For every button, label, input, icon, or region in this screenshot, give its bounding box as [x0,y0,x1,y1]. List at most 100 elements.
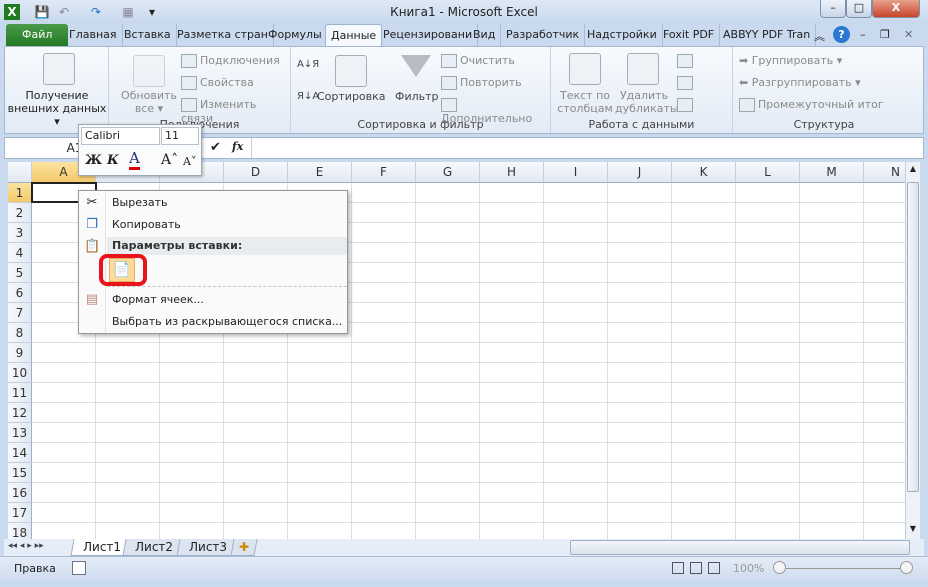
row-header-18[interactable]: 18 [8,523,32,539]
column-header-M[interactable]: M [800,162,864,183]
scroll-up-icon[interactable]: ▲ [907,164,919,176]
scroll-down-icon[interactable]: ▼ [907,524,919,536]
column-header-L[interactable]: L [736,162,800,183]
column-header-H[interactable]: H [480,162,544,183]
text-to-columns-button[interactable]: Текст по столбцам [553,89,617,115]
font-color-button[interactable]: A [129,149,140,170]
paste-icon: 📋 [84,239,101,254]
filter-button[interactable]: Фильтр [395,90,439,103]
row-header-2[interactable]: 2 [8,203,32,223]
row-header-6[interactable]: 6 [8,283,32,303]
row-header-1[interactable]: 1 [8,183,32,203]
reapply-button[interactable]: Повторить [441,76,522,90]
select-all-button[interactable] [8,162,32,183]
tab-data[interactable]: Данные [325,24,383,46]
row-header-5[interactable]: 5 [8,263,32,283]
connections-button[interactable]: Подключения [181,54,280,68]
refresh-all-button[interactable]: Обновить все ▾ [115,89,183,115]
formula-input[interactable] [251,138,921,158]
horizontal-scrollbar[interactable] [570,540,910,555]
minimize-button[interactable]: – [820,0,846,18]
column-header-E[interactable]: E [288,162,352,183]
remove-duplicates-button[interactable]: Удалить дубликаты [615,89,679,115]
paste-button[interactable]: 📄 [109,258,135,282]
font-size-select[interactable]: 11 [161,127,199,145]
get-external-data-button[interactable]: Получение внешних данных ▾ [5,89,109,128]
row-header-13[interactable]: 13 [8,423,32,443]
row-header-4[interactable]: 4 [8,243,32,263]
tab-review[interactable]: Рецензировани [378,24,479,46]
tab-abbyy[interactable]: ABBYY PDF Tran [718,24,817,46]
group-button[interactable]: ➡ Группировать ▾ [739,54,842,67]
workbook-close-icon[interactable]: ✕ [904,28,913,41]
column-header-N[interactable]: N [864,162,905,183]
zoom-in-icon[interactable] [900,561,913,574]
menu-item-copy[interactable]: Копировать [107,214,345,236]
column-header-I[interactable]: I [544,162,608,183]
font-name-select[interactable]: Calibri [81,127,160,145]
sort-button[interactable]: Сортировка [317,90,386,103]
close-button[interactable]: X [872,0,920,18]
insert-function-icon[interactable]: fx [232,140,243,153]
tab-insert[interactable]: Вставка [119,24,177,46]
page-layout-view-icon[interactable] [690,562,702,574]
scroll-thumb[interactable] [907,182,919,492]
properties-button[interactable]: Свойства [181,76,254,90]
sheet-nav-buttons[interactable]: ◂◂ ◂ ▸ ▸▸ [8,541,44,551]
insert-sheet-button[interactable]: ✚ [230,539,258,556]
tab-developer[interactable]: Разработчик [501,24,586,46]
column-header-F[interactable]: F [352,162,416,183]
workbook-minimize-icon[interactable]: – [860,28,866,41]
row-header-3[interactable]: 3 [8,223,32,243]
tab-addins[interactable]: Надстройки [582,24,663,46]
row-header-17[interactable]: 17 [8,503,32,523]
enter-icon[interactable]: ✔ [210,140,221,155]
vertical-scrollbar[interactable]: ▲ ▼ [905,162,920,539]
row-header-10[interactable]: 10 [8,363,32,383]
maximize-button[interactable]: □ [846,0,872,18]
shrink-font-button[interactable]: A˅ [183,155,196,168]
help-icon[interactable]: ? [833,26,850,43]
tab-view[interactable]: Вид [468,24,502,46]
row-header-15[interactable]: 15 [8,463,32,483]
bold-button[interactable]: Ж [85,153,102,168]
menu-item-format-cells[interactable]: Формат ячеек... [107,289,345,311]
page-break-view-icon[interactable] [708,562,720,574]
tab-formulas[interactable]: Формулы [263,24,328,46]
zoom-level[interactable]: 100% [733,562,764,575]
data-validation-icon[interactable] [677,54,693,68]
tab-page-layout[interactable]: Разметка стран [172,24,274,46]
sort-za-button[interactable]: Я↓А [297,91,319,102]
italic-button[interactable]: К [107,153,119,168]
arrow-left-icon: ⬅ [739,76,752,89]
row-header-11[interactable]: 11 [8,383,32,403]
workbook-restore-icon[interactable]: ❐ [880,28,890,41]
what-if-icon[interactable] [677,98,693,112]
collapse-ribbon-icon[interactable]: ︽ [814,28,825,44]
column-header-D[interactable]: D [224,162,288,183]
macro-record-icon[interactable] [72,561,86,575]
sort-az-button[interactable]: А↓Я [297,59,319,70]
menu-item-pick-from-list[interactable]: Выбрать из раскрывающегося списка... [107,311,345,333]
ungroup-button[interactable]: ⬅ Разгруппировать ▾ [739,76,861,89]
row-header-9[interactable]: 9 [8,343,32,363]
row-header-7[interactable]: 7 [8,303,32,323]
tab-foxit-pdf[interactable]: Foxit PDF [658,24,721,46]
row-header-8[interactable]: 8 [8,323,32,343]
row-header-12[interactable]: 12 [8,403,32,423]
zoom-slider[interactable] [780,568,905,569]
zoom-out-icon[interactable] [773,561,786,574]
grow-font-button[interactable]: A˄ [161,152,178,168]
menu-item-cut[interactable]: Вырезать [107,192,345,214]
column-header-K[interactable]: K [672,162,736,183]
column-header-G[interactable]: G [416,162,480,183]
row-header-16[interactable]: 16 [8,483,32,503]
subtotal-button[interactable]: Промежуточный итог [739,98,884,112]
clear-button[interactable]: Очистить [441,54,515,68]
consolidate-icon[interactable] [677,76,693,90]
column-header-J[interactable]: J [608,162,672,183]
row-header-14[interactable]: 14 [8,443,32,463]
normal-view-icon[interactable] [672,562,684,574]
tab-home[interactable]: Главная [64,24,123,46]
tab-file[interactable]: Файл [6,24,69,46]
